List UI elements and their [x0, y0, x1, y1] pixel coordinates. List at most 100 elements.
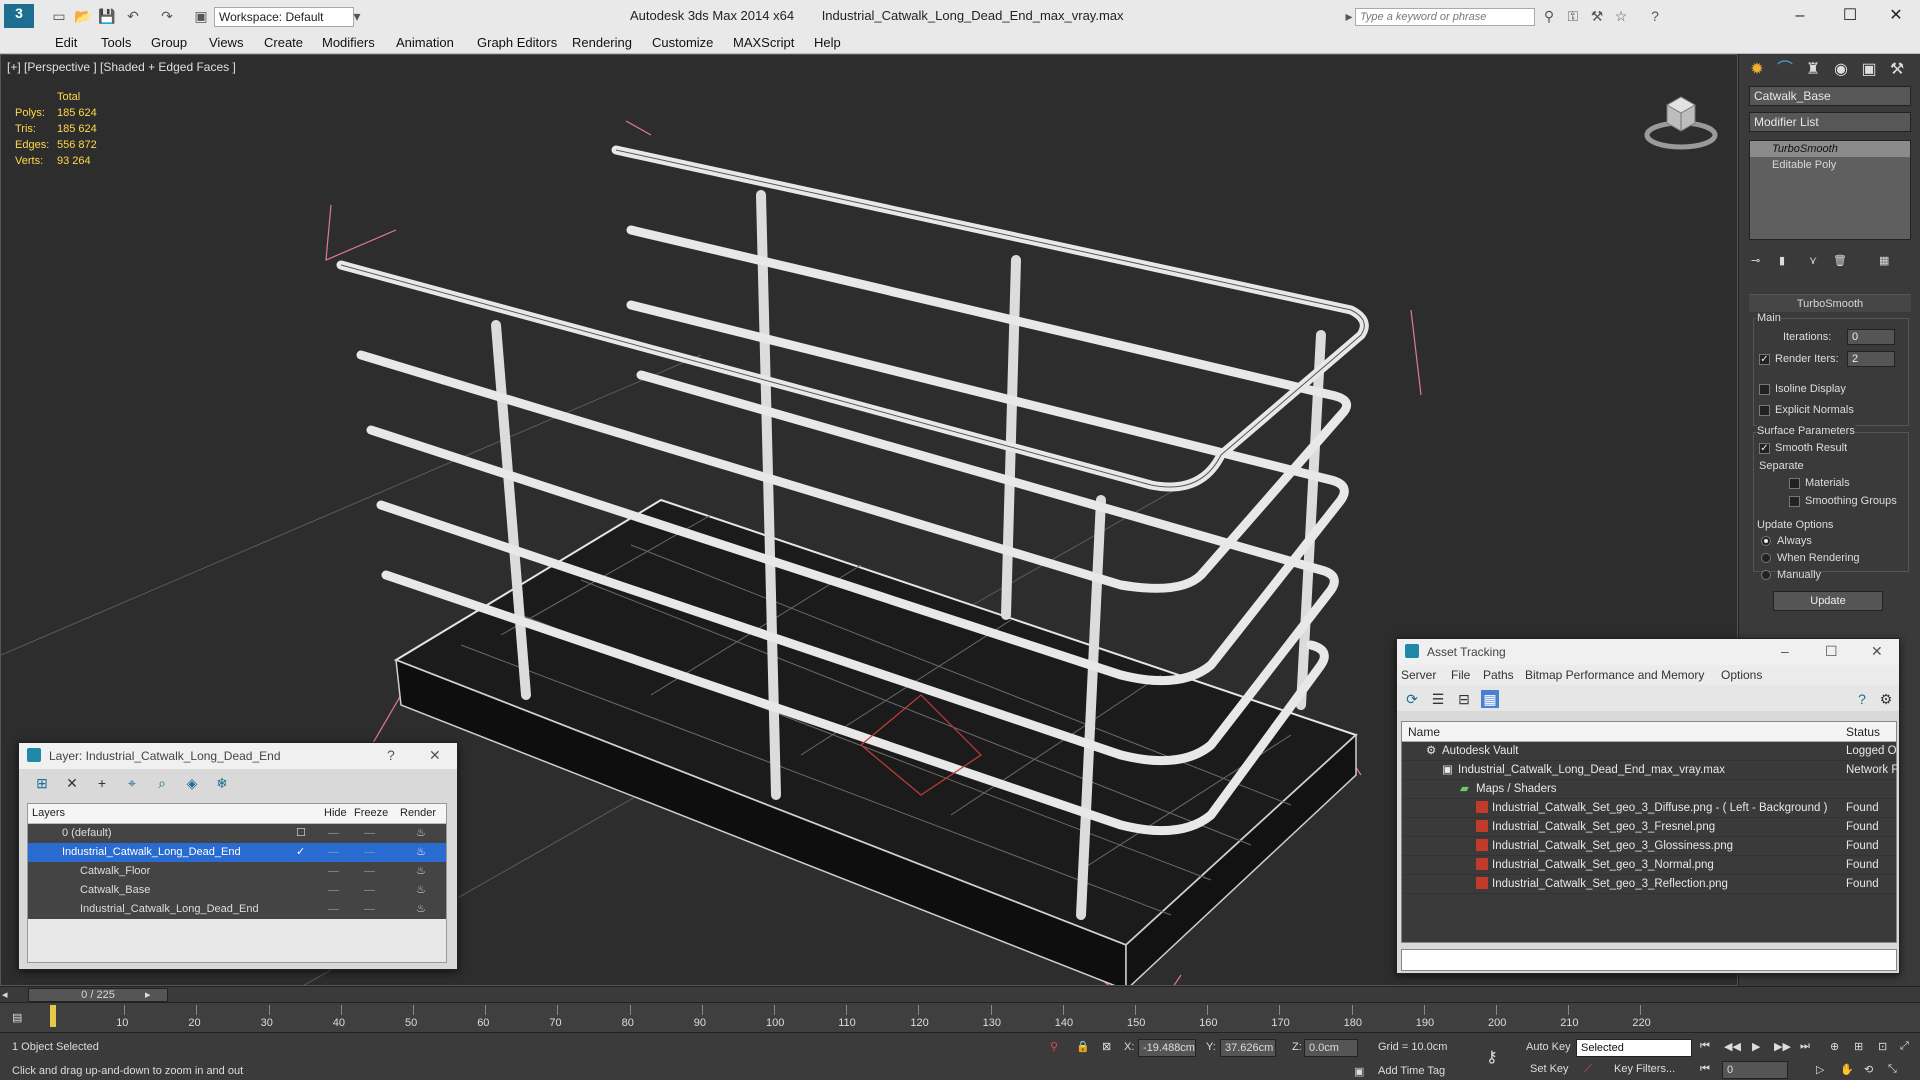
zoom-extents-icon[interactable]: ⊡: [1878, 1040, 1887, 1053]
freeze-toggle[interactable]: ––: [364, 862, 375, 881]
stack-item-editable-poly[interactable]: Editable Poly: [1750, 157, 1910, 173]
manually-radio[interactable]: [1761, 570, 1771, 580]
hierarchy-tab-icon[interactable]: ♜: [1801, 58, 1825, 82]
menu-tools[interactable]: Tools: [101, 35, 131, 50]
create-tab-icon[interactable]: ✹: [1745, 58, 1769, 82]
col-status[interactable]: Status: [1846, 725, 1880, 739]
next-key-icon[interactable]: ▶▶: [1774, 1040, 1791, 1053]
zoom-all-icon[interactable]: ⊞: [1854, 1040, 1863, 1053]
col-hide[interactable]: Hide: [324, 807, 347, 819]
asset-row[interactable]: ▣ Industrial_Catwalk_Long_Dead_End_max_vr…: [1402, 761, 1898, 780]
render-teapot-icon[interactable]: ♨: [416, 881, 426, 900]
menu-help[interactable]: Help: [814, 35, 841, 50]
hide-toggle[interactable]: ––: [328, 824, 339, 843]
key-icon[interactable]: ⚷: [1486, 1047, 1498, 1067]
maximize-viewport-icon[interactable]: ⤢: [1900, 1040, 1909, 1053]
asset-menu-server[interactable]: Server: [1401, 668, 1436, 682]
help-icon[interactable]: ?: [1646, 7, 1664, 25]
motion-tab-icon[interactable]: ◉: [1829, 58, 1853, 82]
menu-animation[interactable]: Animation: [396, 35, 454, 50]
render-teapot-icon[interactable]: ♨: [416, 900, 426, 919]
stack-item-turbosmooth[interactable]: TurboSmooth: [1750, 141, 1910, 157]
col-render[interactable]: Render: [400, 807, 436, 819]
asset-menu-options[interactable]: Options: [1721, 668, 1762, 682]
menu-modifiers[interactable]: Modifiers: [322, 35, 375, 50]
modify-tab-icon[interactable]: ⌒: [1773, 58, 1797, 82]
asset-row[interactable]: ⚙ Autodesk Vault Logged O: [1402, 742, 1897, 761]
freeze-toggle[interactable]: ––: [364, 900, 375, 919]
save-file-icon[interactable]: 💾: [98, 7, 116, 25]
modifier-stack[interactable]: TurboSmooth Editable Poly: [1749, 140, 1911, 240]
menu-views[interactable]: Views: [209, 35, 243, 50]
hide-all-layers-icon[interactable]: ◈: [183, 774, 201, 792]
iterations-spinner[interactable]: 0: [1847, 329, 1895, 345]
remove-modifier-icon[interactable]: 🗑: [1833, 254, 1847, 267]
make-unique-icon[interactable]: ⋎: [1809, 254, 1817, 267]
new-file-icon[interactable]: ▭: [50, 7, 68, 25]
minimize-icon[interactable]: –: [1781, 643, 1789, 659]
current-layer-checkbox[interactable]: ☐: [296, 824, 306, 843]
menu-create[interactable]: Create: [264, 35, 303, 50]
asset-menu-bitmap[interactable]: Bitmap Performance and Memory: [1525, 668, 1704, 682]
layer-row[interactable]: Industrial_Catwalk_Long_Dead_End ✓ –– ––…: [28, 843, 446, 862]
refresh-icon[interactable]: ⟳: [1403, 690, 1421, 708]
asset-row[interactable]: Industrial_Catwalk_Set_geo_3_Normal.png F…: [1402, 856, 1896, 875]
smooth-result-checkbox[interactable]: ✓: [1759, 443, 1770, 454]
key-mode-toggle-icon[interactable]: ⏮: [1700, 1063, 1710, 1076]
workspace-dropdown[interactable]: Workspace: Default: [214, 7, 354, 27]
z-coordinate-field[interactable]: 0.0cm: [1304, 1039, 1358, 1057]
orbit-icon[interactable]: ⟲: [1864, 1063, 1873, 1076]
layer-row[interactable]: 0 (default) ☐ –– –– ♨: [28, 824, 446, 843]
delete-layer-icon[interactable]: ✕: [63, 774, 81, 792]
materials-checkbox[interactable]: [1789, 478, 1800, 489]
object-name-field[interactable]: Catwalk_Base: [1749, 86, 1911, 106]
asset-row[interactable]: Industrial_Catwalk_Set_geo_3_Glossiness.…: [1402, 837, 1896, 856]
always-radio[interactable]: [1761, 536, 1771, 546]
menu-rendering[interactable]: Rendering: [572, 35, 632, 50]
layer-row[interactable]: Catwalk_Base –– –– ♨: [28, 881, 446, 900]
prev-key-icon[interactable]: ◀◀: [1724, 1040, 1741, 1053]
project-folder-icon[interactable]: ▣: [192, 7, 210, 25]
smoothing-groups-checkbox[interactable]: [1789, 496, 1800, 507]
close-icon[interactable]: ✕: [429, 747, 441, 764]
next-frame-icon[interactable]: ▸: [145, 988, 151, 1001]
set-key-button[interactable]: Set Key: [1530, 1063, 1569, 1075]
menu-customize[interactable]: Customize: [652, 35, 713, 50]
asset-menu-paths[interactable]: Paths: [1483, 668, 1514, 682]
turbosmooth-rollout-header[interactable]: TurboSmooth: [1749, 294, 1911, 312]
isolate-icon[interactable]: ⚲: [1050, 1040, 1058, 1053]
current-frame-marker[interactable]: [50, 1005, 56, 1027]
app-logo-icon[interactable]: 3: [4, 4, 34, 28]
col-name[interactable]: Name: [1408, 725, 1440, 739]
show-end-result-icon[interactable]: ▮: [1779, 254, 1785, 267]
goto-start-icon[interactable]: ⏮: [1700, 1040, 1710, 1053]
asset-row[interactable]: Industrial_Catwalk_Set_geo_3_Reflection.…: [1402, 875, 1896, 894]
min-max-toggle-icon[interactable]: ⤡: [1888, 1063, 1897, 1076]
hide-toggle[interactable]: ––: [328, 843, 339, 862]
y-coordinate-field[interactable]: 37.626cm: [1220, 1039, 1276, 1057]
maximize-icon[interactable]: ☐: [1825, 643, 1838, 660]
col-layers[interactable]: Layers: [32, 807, 65, 819]
asset-row[interactable]: Industrial_Catwalk_Set_geo_3_Diffuse.png…: [1402, 799, 1896, 818]
table-view-icon[interactable]: ▦: [1481, 690, 1499, 708]
goto-end-icon[interactable]: ⏭: [1800, 1040, 1810, 1053]
menu-graph-editors[interactable]: Graph Editors: [477, 35, 557, 50]
x-coordinate-field[interactable]: -19.488cm: [1138, 1039, 1196, 1057]
binoculars-icon[interactable]: ⚲: [1540, 7, 1558, 25]
key-filters-button[interactable]: Key Filters...: [1614, 1063, 1675, 1075]
configure-sets-icon[interactable]: ▦: [1879, 254, 1889, 267]
render-teapot-icon[interactable]: ♨: [416, 843, 426, 862]
options-icon[interactable]: ⚙: [1877, 690, 1895, 708]
absolute-mode-icon[interactable]: ⊠: [1102, 1040, 1111, 1053]
pan-view-icon[interactable]: ✋: [1840, 1063, 1854, 1076]
display-tab-icon[interactable]: ▣: [1857, 58, 1881, 82]
chevron-down-icon[interactable]: ▾: [348, 7, 366, 25]
minimize-button[interactable]: –: [1780, 4, 1820, 28]
highlight-selected-icon[interactable]: ⌕: [153, 774, 171, 792]
view-cube-icon[interactable]: [1641, 85, 1721, 155]
col-freeze[interactable]: Freeze: [354, 807, 388, 819]
help-icon[interactable]: ?: [1853, 690, 1871, 708]
zoom-icon[interactable]: ⊕: [1830, 1040, 1839, 1053]
play-icon[interactable]: ▶: [1752, 1040, 1760, 1053]
asset-menu-file[interactable]: File: [1451, 668, 1470, 682]
